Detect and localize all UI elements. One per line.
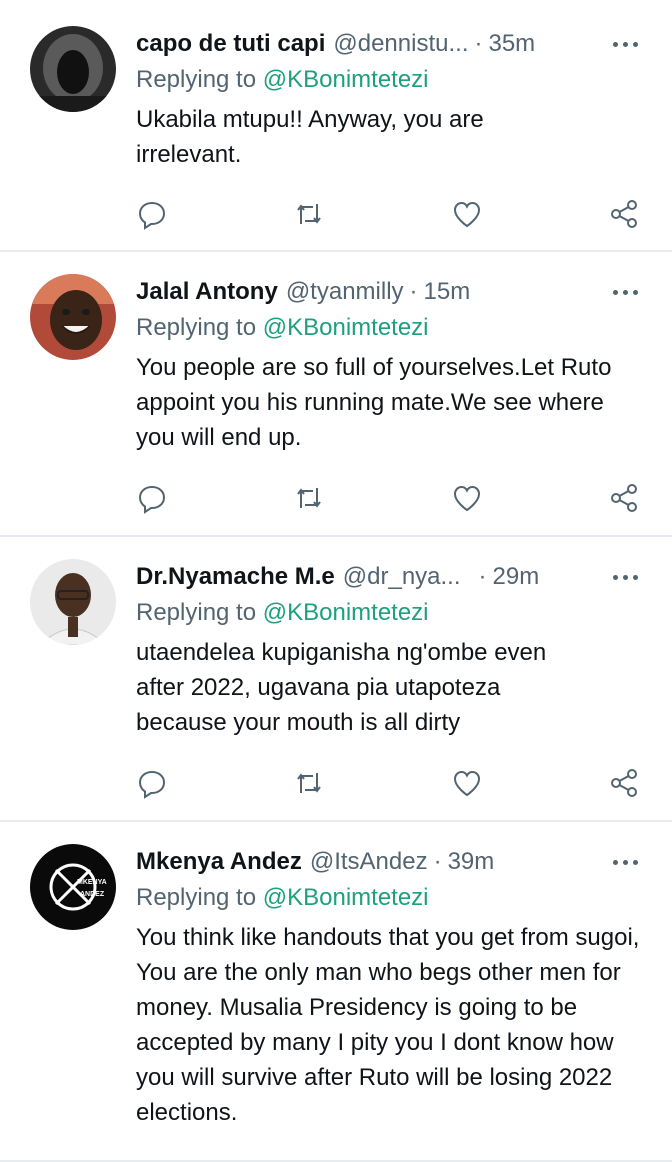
share-icon[interactable] [608,482,644,518]
retweet-icon[interactable] [293,767,329,803]
replying-prefix: Replying to [136,66,257,93]
author-name[interactable]: Mkenya Andez [136,848,302,876]
tweet-header: capo de tuti capi @dennistu... · 35m [136,28,652,60]
retweet-icon[interactable] [293,198,329,234]
mention-link[interactable]: @KBonimtetezi [263,66,429,93]
action-bar [136,482,648,518]
separator-dot: · [433,848,442,875]
reply-icon[interactable] [136,198,172,234]
replying-prefix: Replying to [136,599,257,626]
avatar-image: MKENYA ANDEZ [30,844,116,930]
tweet-header: Mkenya Andez @ItsAndez · 39m [136,846,652,878]
author-handle[interactable]: @ItsAndez [310,848,428,876]
tweet-card[interactable]: capo de tuti capi @dennistu... · 35m Rep… [0,0,672,252]
tweet-text: You people are so full of yourselves.Let… [136,354,612,451]
avatar[interactable] [30,559,116,645]
retweet-icon[interactable] [293,482,329,518]
reply-icon[interactable] [136,482,172,518]
timestamp[interactable]: 39m [448,848,495,876]
tweet-card[interactable]: Dr.Nyamache M.e @dr_nya... · 29m Replyin… [0,537,672,822]
tweet-header: Jalal Antony @tyanmilly · 15m [136,276,652,308]
replying-to: Replying to @KBonimtetezi [136,599,652,629]
timestamp[interactable]: 29m [493,563,540,591]
mention-link[interactable]: @KBonimtetezi [263,314,429,341]
action-bar [136,767,648,803]
replying-to: Replying to @KBonimtetezi [136,884,652,914]
avatar[interactable] [30,26,116,112]
more-icon[interactable] [613,561,638,593]
like-icon[interactable] [451,482,487,518]
like-icon[interactable] [451,198,487,234]
separator-dot: · [478,563,487,590]
share-icon[interactable] [608,767,644,803]
avatar-image [30,559,116,645]
author-name[interactable]: Jalal Antony [136,278,278,306]
more-icon[interactable] [613,846,638,878]
author-handle[interactable]: @tyanmilly [286,278,404,306]
replying-prefix: Replying to [136,314,257,341]
author-name[interactable]: Dr.Nyamache M.e [136,563,335,591]
mention-link[interactable]: @KBonimtetezi [263,599,429,626]
svg-text:ANDEZ: ANDEZ [80,891,105,898]
mention-link[interactable]: @KBonimtetezi [263,884,429,911]
avatar[interactable]: MKENYA ANDEZ [30,844,116,930]
reply-icon[interactable] [136,767,172,803]
avatar[interactable] [30,274,116,360]
timestamp[interactable]: 15m [424,278,471,306]
more-icon[interactable] [613,276,638,308]
tweet-card[interactable]: MKENYA ANDEZ Mkenya Andez @ItsAndez · 39… [0,822,672,1162]
avatar-image [30,274,116,360]
tweet-text: Ukabila mtupu!! Anyway, you are irreleva… [136,106,484,168]
tweet-header: Dr.Nyamache M.e @dr_nya... · 29m [136,561,652,593]
avatar-image [30,26,116,112]
author-handle[interactable]: @dr_nya... [343,563,461,591]
author-name[interactable]: capo de tuti capi [136,30,325,58]
tweet-text: utaendelea kupiganisha ng'ombe even afte… [136,639,547,736]
tweet-text: You think like handouts that you get fro… [136,924,640,1126]
replying-to: Replying to @KBonimtetezi [136,314,652,344]
more-icon[interactable] [613,28,638,60]
tweet-card[interactable]: Jalal Antony @tyanmilly · 15m Replying t… [0,252,672,537]
action-bar [136,198,648,234]
share-icon[interactable] [608,198,644,234]
like-icon[interactable] [451,767,487,803]
separator-dot: · [409,278,418,305]
replying-prefix: Replying to [136,884,257,911]
replying-to: Replying to @KBonimtetezi [136,66,652,96]
separator-dot: · [474,30,483,57]
author-handle[interactable]: @dennistu... [333,30,468,58]
avatar-logo-text: MKENYA [77,879,107,886]
reply-feed: capo de tuti capi @dennistu... · 35m Rep… [0,0,672,1162]
timestamp[interactable]: 35m [488,30,535,58]
